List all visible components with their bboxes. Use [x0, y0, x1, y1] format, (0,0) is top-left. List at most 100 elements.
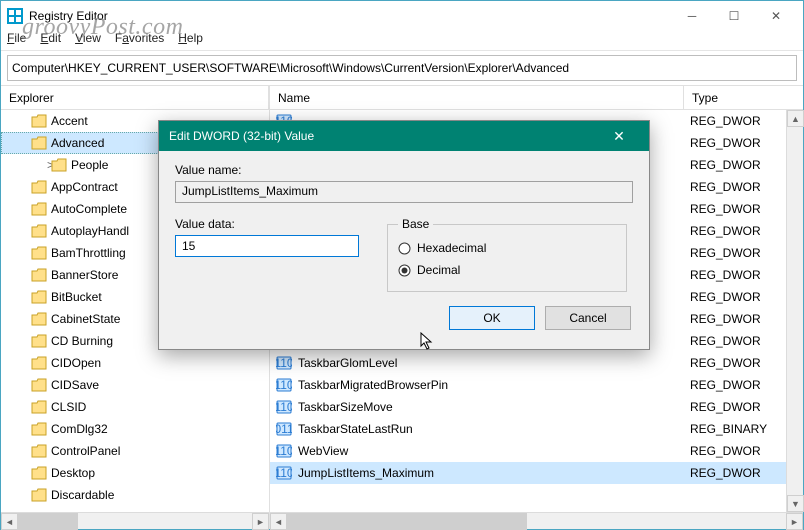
value-type: REG_DWOR [690, 444, 786, 458]
tree-item[interactable]: Discardable [1, 484, 269, 506]
scroll-up-button[interactable]: ▲ [787, 110, 804, 127]
radio-off-icon [398, 242, 411, 255]
tree-item[interactable]: CLSID [1, 396, 269, 418]
list-hscroll[interactable]: ◄ ► [270, 512, 803, 529]
list-vscroll[interactable]: ▲ ▼ [786, 110, 803, 512]
tree-item[interactable]: ComDlg32 [1, 418, 269, 440]
tree-item-label: BitBucket [51, 290, 102, 304]
value-name: TaskbarGlomLevel [298, 356, 397, 370]
value-type: REG_DWOR [690, 114, 786, 128]
scroll-left-button[interactable]: ◄ [1, 513, 18, 530]
tree-item-label: ComDlg32 [51, 422, 108, 436]
tree-item-label: Advanced [51, 136, 104, 150]
base-group: Base Hexadecimal Decimal [387, 217, 627, 292]
value-type: REG_DWOR [690, 466, 786, 480]
menu-favorites[interactable]: Favorites [115, 31, 164, 50]
menu-help[interactable]: Help [178, 31, 203, 50]
tree-header-row: Explorer [1, 86, 269, 110]
value-type: REG_DWOR [690, 268, 786, 282]
value-type: REG_DWOR [690, 246, 786, 260]
value-name-field[interactable]: JumpListItems_Maximum [175, 181, 633, 203]
value-data-label: Value data: [175, 217, 359, 231]
edit-dword-dialog: Edit DWORD (32-bit) Value ✕ Value name: … [158, 120, 650, 350]
menubar: File Edit View Favorites Help [1, 31, 803, 51]
svg-text:110: 110 [276, 466, 292, 480]
value-type: REG_DWOR [690, 290, 786, 304]
dialog-close-button[interactable]: ✕ [599, 128, 639, 145]
list-row[interactable]: 110 TaskbarSizeMove REG_DWOR [270, 396, 786, 418]
value-name: WebView [298, 444, 348, 458]
column-name[interactable]: Name [270, 86, 684, 109]
scroll-thumb[interactable] [18, 513, 78, 530]
value-type: REG_BINARY [690, 422, 786, 436]
column-type[interactable]: Type [684, 86, 780, 109]
scroll-left-button[interactable]: ◄ [270, 513, 287, 530]
list-header-row: Name Type [270, 86, 803, 110]
list-row[interactable]: 110TaskbarMigratedBrowserPinREG_DWOR [270, 374, 786, 396]
svg-text:110: 110 [276, 400, 292, 414]
tree-item-label: Accent [51, 114, 88, 128]
tree-item[interactable]: Desktop [1, 462, 269, 484]
list-row[interactable]: 110 WebView REG_DWOR [270, 440, 786, 462]
value-type: REG_DWOR [690, 400, 786, 414]
regedit-icon [7, 8, 23, 24]
value-type: REG_DWOR [690, 378, 786, 392]
tree-item-label: CIDOpen [51, 356, 101, 370]
address-bar[interactable]: Computer\HKEY_CURRENT_USER\SOFTWARE\Micr… [7, 55, 797, 81]
menu-edit[interactable]: Edit [40, 31, 61, 50]
tree-item-label: BamThrottling [51, 246, 126, 260]
value-type: REG_DWOR [690, 334, 786, 348]
tree-item-label: Discardable [51, 488, 114, 502]
menu-file[interactable]: File [7, 31, 26, 50]
tree-header[interactable]: Explorer [1, 86, 269, 109]
scroll-right-button[interactable]: ► [786, 513, 803, 530]
radio-on-icon [398, 264, 411, 277]
value-type: REG_DWOR [690, 202, 786, 216]
tree-item-label: ControlPanel [51, 444, 120, 458]
ok-button[interactable]: OK [449, 306, 535, 330]
tree-item-label: CLSID [51, 400, 86, 414]
value-type: REG_DWOR [690, 136, 786, 150]
value-type: REG_DWOR [690, 356, 786, 370]
titlebar: Registry Editor ─ ☐ ✕ [1, 1, 803, 31]
value-type: REG_DWOR [690, 312, 786, 326]
list-row[interactable]: 110JumpListItems_MaximumREG_DWOR [270, 462, 786, 484]
value-name: TaskbarMigratedBrowserPin [298, 378, 448, 392]
tree-item-label: AppContract [51, 180, 118, 194]
dialog-titlebar: Edit DWORD (32-bit) Value ✕ [159, 121, 649, 151]
tree-item[interactable]: CIDSave [1, 374, 269, 396]
hex-label: Hexadecimal [417, 241, 486, 255]
dialog-title: Edit DWORD (32-bit) Value [169, 129, 599, 143]
tree-hscroll[interactable]: ◄ ► [1, 512, 269, 529]
value-type: REG_DWOR [690, 180, 786, 194]
tree-item-label: Desktop [51, 466, 95, 480]
scroll-down-button[interactable]: ▼ [787, 495, 804, 512]
svg-text:110: 110 [276, 444, 292, 458]
tree-item-label: CIDSave [51, 378, 99, 392]
value-type: REG_DWOR [690, 224, 786, 238]
tree-item-label: BannerStore [51, 268, 118, 282]
list-row[interactable]: 011TaskbarStateLastRunREG_BINARY [270, 418, 786, 440]
value-data-input[interactable] [175, 235, 359, 257]
menu-view[interactable]: View [75, 31, 101, 50]
scroll-right-button[interactable]: ► [252, 513, 269, 530]
list-row[interactable]: 110 TaskbarGlomLevel REG_DWOR [270, 352, 786, 374]
close-button[interactable]: ✕ [755, 2, 797, 30]
tree-item[interactable]: CIDOpen [1, 352, 269, 374]
value-name-label: Value name: [175, 163, 633, 177]
tree-item-label: AutoplayHandl [51, 224, 129, 238]
value-type: REG_DWOR [690, 158, 786, 172]
maximize-button[interactable]: ☐ [713, 2, 755, 30]
scroll-thumb[interactable] [287, 513, 527, 530]
radio-hex[interactable]: Hexadecimal [398, 237, 616, 259]
cancel-button[interactable]: Cancel [545, 306, 631, 330]
svg-text:110: 110 [276, 356, 292, 370]
tree-item-label: AutoComplete [51, 202, 127, 216]
tree-item-label: CabinetState [51, 312, 120, 326]
address-path: Computer\HKEY_CURRENT_USER\SOFTWARE\Micr… [12, 61, 792, 75]
minimize-button[interactable]: ─ [671, 2, 713, 30]
value-name: TaskbarSizeMove [298, 400, 393, 414]
expand-icon[interactable]: > [17, 158, 47, 172]
tree-item[interactable]: ControlPanel [1, 440, 269, 462]
radio-decimal[interactable]: Decimal [398, 259, 616, 281]
